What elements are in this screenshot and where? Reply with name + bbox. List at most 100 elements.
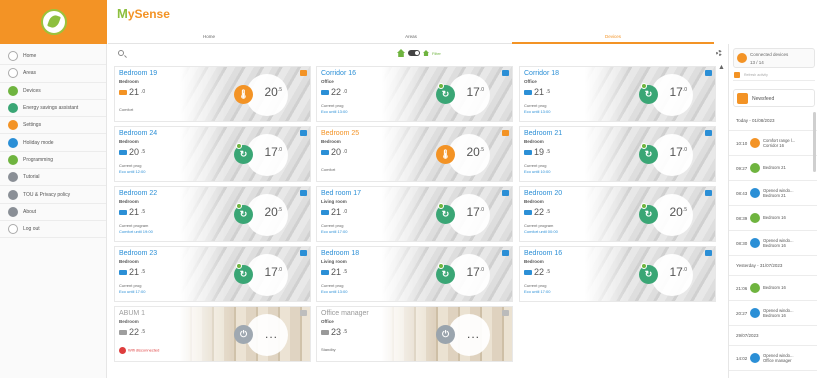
device-settings-icon[interactable] [502,70,509,76]
filter-group: Filter [397,49,441,57]
setpoint-decimal: .0 [682,267,687,273]
device-settings-icon[interactable] [502,190,509,196]
sidebar-item-label: Log out [23,226,40,233]
device-card[interactable]: ABUM 1 Bedroom 22.5 Wifi disconnected ⏻... [114,306,311,362]
device-name: Corridor 18 [524,70,560,77]
thermometer-icon[interactable]: 🌡 [234,85,253,104]
connected-devices-box[interactable]: Connected devices 13 / 14 [733,48,815,68]
setpoint-temperature: 17.0 [264,145,282,159]
heater-icon [119,89,127,95]
sidebar-item-log-out[interactable]: Log out [0,221,106,239]
device-settings-icon[interactable] [502,130,509,136]
room-type: Bedroom [524,259,544,264]
power-icon[interactable]: ⏻ [234,325,253,344]
refresh-row[interactable]: Refresh activity [733,71,815,81]
device-card[interactable]: Bed room 17 Living room 21.0 Current prog Ec… [316,186,513,242]
device-card[interactable]: Corridor 16 Office 22.0 Current prog Eco unt… [316,66,513,122]
current-temperature: 23.5 [321,327,347,337]
sidebar-item-about[interactable]: About [0,204,106,221]
device-card[interactable]: Corridor 18 Office 21.5 Current prog Eco unt… [519,66,716,122]
feed-text: Bedroom 21 [763,165,786,171]
feed-device: Bedroom 16 [763,243,786,248]
search-icon[interactable] [118,50,124,56]
device-name: Bedroom 16 [524,250,563,257]
power-icon[interactable]: ⏻ [436,325,455,344]
device-card[interactable]: Bedroom 20 Bedroom 22.5 Current program Comf… [519,186,716,242]
device-card[interactable]: Bedroom 25 Bedroom 20.0 Comfort 🌡 20.5 [316,126,513,182]
current-temperature: 21.5 [119,207,145,217]
feed-item[interactable]: 08:43 Opened windo... Bedroom 21 [729,181,817,206]
sidebar-item-programming[interactable]: Programming [0,152,106,170]
tab-home[interactable]: Home [108,30,310,44]
device-card[interactable]: Bedroom 18 Living room 21.5 Current prog Eco… [316,246,513,302]
thermometer-icon[interactable]: 🌡 [436,145,455,164]
device-settings-icon[interactable] [502,250,509,256]
status-line: Current prog [321,103,343,108]
feed-item[interactable]: 08:30 Opened windo... Bedroom 16 [729,231,817,256]
scroll-up-icon[interactable]: ▲ [718,64,725,71]
device-settings-icon[interactable] [705,130,712,136]
sidebar-item-energy-savings-assistant[interactable]: Energy savings assistant [0,100,106,118]
status-text: Current prog [321,103,344,108]
heater-icon [119,269,127,275]
more-options-icon[interactable]: ... [467,327,480,341]
feed-item[interactable]: 09:27 Bedroom 21 [729,156,817,181]
home-filter-icon[interactable] [397,49,405,57]
device-card[interactable]: Bedroom 24 Bedroom 20.5 Current prog Eco unt… [114,126,311,182]
device-name: Bedroom 22 [119,190,158,197]
setpoint-value: 17 [669,145,683,159]
temperature-decimal: .5 [141,329,146,335]
device-card[interactable]: Office manager Office 23.5 Standby ⏻... [316,306,513,362]
status-line: Current prog [321,283,343,288]
sidebar-item-tutorial[interactable]: Tutorial [0,169,106,187]
feed-item[interactable]: 08:39 Bedroom 16 [729,206,817,231]
tab-areas[interactable]: Areas [310,30,512,44]
status-text: Current prog [119,163,142,168]
status-text: Current prog [524,283,547,288]
feed-item[interactable]: 14:02 Opened windo... Office manager [729,346,817,371]
filter-toggle[interactable] [408,50,420,56]
tab-devices[interactable]: Devices [512,30,714,44]
device-card[interactable]: Bedroom 19 Bedroom 21.0 Comfort 🌡 20.5 [114,66,311,122]
feed-item[interactable]: 10:10 Comfort range l... Corridor 16 [729,131,817,156]
feed-time: 10:10 [736,140,748,146]
feed-item[interactable]: 21:06 Bedroom 16 [729,276,817,301]
heater-icon [321,89,329,95]
device-settings-icon[interactable] [300,70,307,76]
current-temperature: 20.0 [321,147,347,157]
sidebar-item-home[interactable]: Home [0,48,106,66]
sidebar-item-settings[interactable]: Settings [0,117,106,135]
more-options-icon[interactable]: ... [265,327,278,341]
device-settings-icon[interactable] [502,310,509,316]
window-icon [750,308,760,318]
current-temperature: 21.5 [321,267,347,277]
device-settings-icon[interactable] [705,190,712,196]
status-until: Eco until 17:00 [119,289,146,294]
devices-icon [8,85,18,96]
device-card[interactable]: Bedroom 16 Bedroom 22.5 Current prog Eco unt… [519,246,716,302]
app-logo [0,0,107,44]
device-settings-icon[interactable] [705,250,712,256]
home-icon [8,51,18,62]
gear-icon[interactable] [716,50,722,56]
status-line: Wifi disconnected [119,347,159,354]
device-settings-icon[interactable] [300,250,307,256]
temperature-decimal: .0 [343,89,348,95]
feed-scrollbar[interactable] [813,112,816,172]
device-card[interactable]: Bedroom 23 Bedroom 21.5 Current prog Eco unt… [114,246,311,302]
program-icon [750,213,760,223]
device-card[interactable]: Bedroom 21 Bedroom 19.5 Current prog Eco unt… [519,126,716,182]
sidebar-item-tou-privacy-policy[interactable]: TOU & Privacy policy [0,186,106,204]
device-card[interactable]: Bedroom 22 Bedroom 21.5 Current program Comf… [114,186,311,242]
device-settings-icon[interactable] [300,130,307,136]
sidebar-item-devices[interactable]: Devices [0,83,106,100]
sidebar-item-holiday-mode[interactable]: Holiday mode [0,134,106,152]
heater-icon [524,209,532,215]
status-text: Standby [321,347,336,352]
device-settings-icon[interactable] [705,70,712,76]
device-settings-icon[interactable] [300,310,307,316]
feed-item[interactable]: 20:27 Opened windo... Bedroom 16 [729,301,817,326]
sidebar-item-areas[interactable]: Areas [0,65,106,83]
device-settings-icon[interactable] [300,190,307,196]
newsfeed-header[interactable]: Newsfeed [733,89,815,107]
